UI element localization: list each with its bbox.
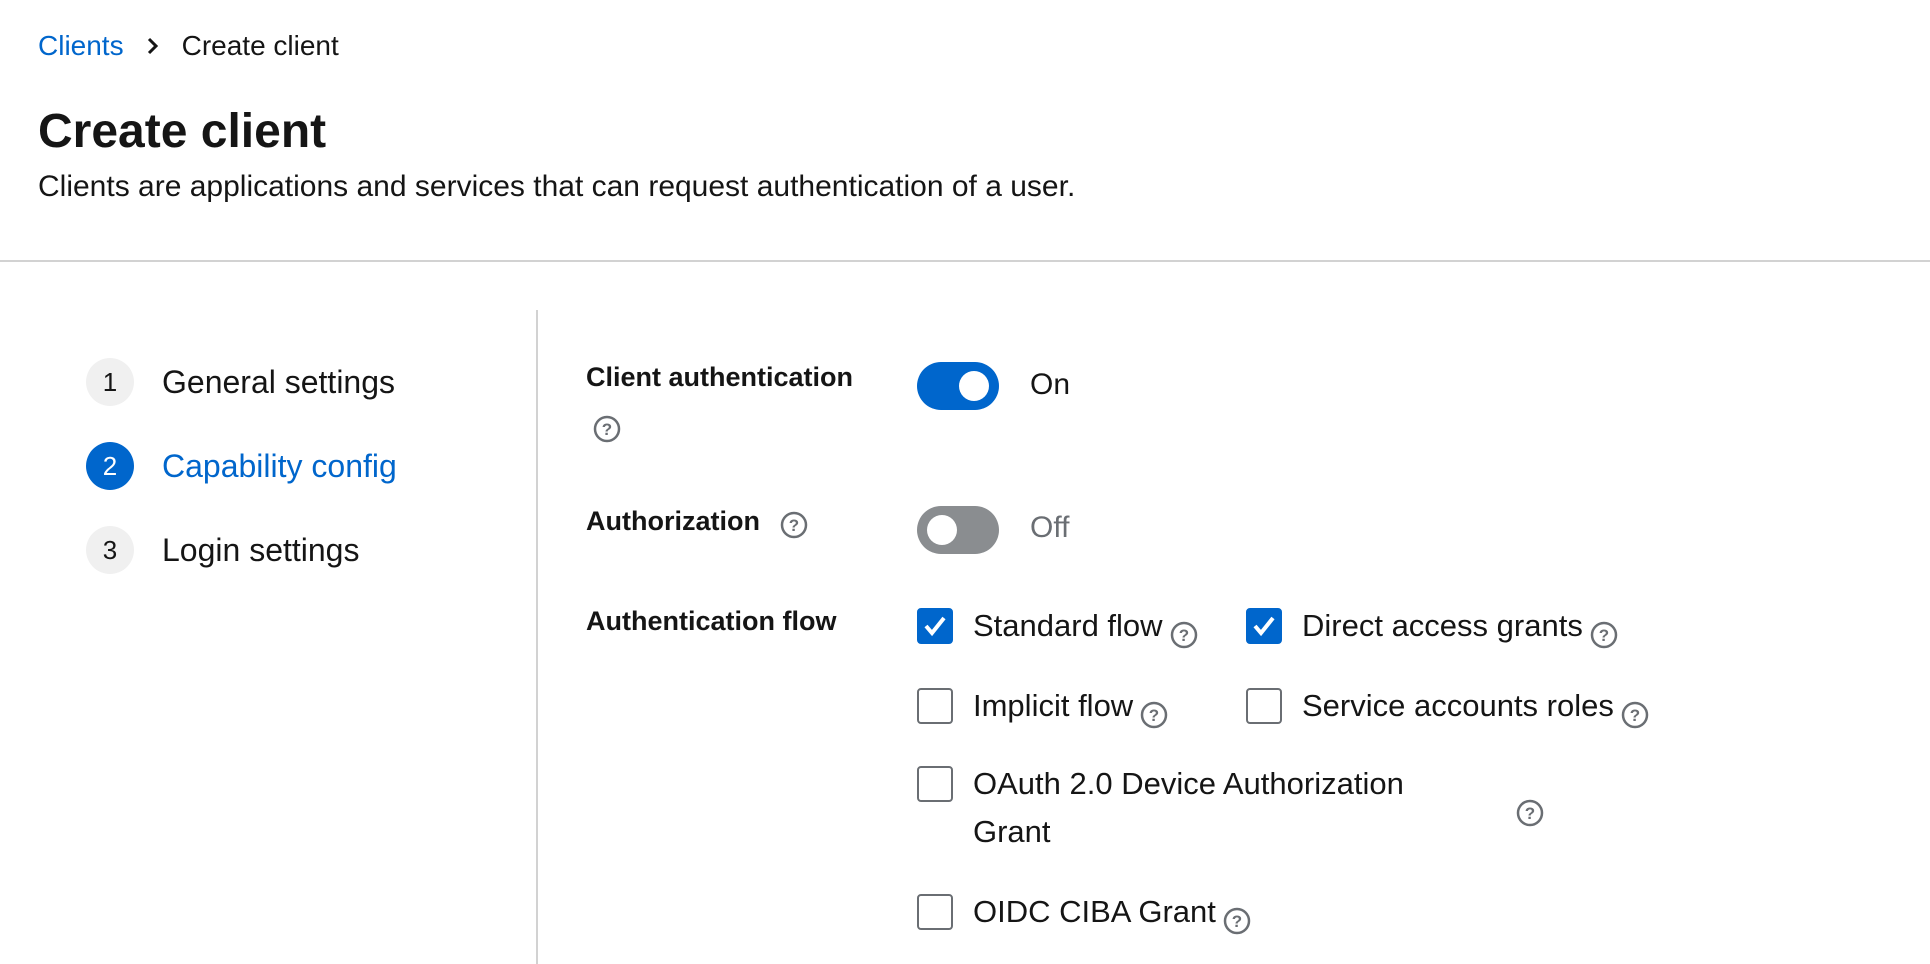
- client-authentication-state: On: [1030, 368, 1071, 401]
- page-header: Clients Create client Create client Clie…: [0, 0, 1930, 262]
- chevron-right-icon: [146, 36, 160, 56]
- implicit-flow-checkbox[interactable]: [917, 688, 953, 724]
- svg-text:?: ?: [1630, 706, 1640, 725]
- help-circle-icon[interactable]: ?: [1620, 700, 1650, 730]
- svg-text:?: ?: [1149, 706, 1159, 725]
- wizard-step-capability-config[interactable]: 2 Capability config: [86, 442, 397, 490]
- implicit-flow-option: Implicit flow ?: [917, 688, 1169, 730]
- authorization-state: Off: [1030, 511, 1070, 544]
- oauth-device-authorization-grant-label: OAuth 2.0 Device Authorization Grant: [973, 760, 1404, 856]
- help-circle-icon[interactable]: ?: [592, 414, 622, 444]
- service-accounts-roles-label: Service accounts roles: [1302, 688, 1614, 723]
- toggle-knob: [927, 515, 957, 545]
- oauth-device-label-line1: OAuth 2.0 Device Authorization: [973, 766, 1404, 801]
- oauth-device-authorization-grant-checkbox[interactable]: [917, 766, 953, 802]
- step-label: Capability config: [162, 447, 397, 484]
- breadcrumb-clients-link[interactable]: Clients: [38, 30, 124, 62]
- svg-text:?: ?: [1525, 804, 1535, 823]
- direct-access-grants-checkbox[interactable]: [1246, 608, 1282, 644]
- implicit-flow-label: Implicit flow: [973, 688, 1134, 723]
- help-circle-icon[interactable]: ?: [1169, 620, 1199, 650]
- step-number: 3: [86, 526, 134, 574]
- check-icon: [1253, 616, 1275, 637]
- step-number: 1: [86, 358, 134, 406]
- oidc-ciba-grant-label: OIDC CIBA Grant: [973, 894, 1216, 929]
- svg-text:?: ?: [1232, 912, 1242, 931]
- breadcrumb: Clients Create client: [38, 30, 339, 62]
- help-circle-icon[interactable]: ?: [1589, 620, 1619, 650]
- oauth-device-label-line2: Grant: [973, 814, 1051, 849]
- authorization-label: Authorization: [586, 506, 760, 536]
- client-authentication-toggle[interactable]: [917, 362, 999, 410]
- help-circle-icon[interactable]: ?: [1139, 700, 1169, 730]
- client-authentication-label: Client authentication: [586, 362, 854, 392]
- oauth-device-authorization-grant-option: OAuth 2.0 Device Authorization Grant: [917, 766, 1404, 856]
- step-label: General settings: [162, 363, 396, 400]
- service-accounts-roles-checkbox[interactable]: [1246, 688, 1282, 724]
- svg-text:?: ?: [1178, 626, 1188, 645]
- svg-text:?: ?: [789, 516, 799, 535]
- help-circle-icon[interactable]: ?: [779, 510, 809, 540]
- oidc-ciba-grant-checkbox[interactable]: [917, 894, 953, 930]
- help-circle-icon[interactable]: ?: [1222, 906, 1252, 936]
- vertical-divider: [536, 310, 538, 964]
- oidc-ciba-grant-option: OIDC CIBA Grant ?: [917, 894, 1252, 936]
- breadcrumb-current: Create client: [181, 30, 339, 61]
- svg-text:?: ?: [1599, 626, 1609, 645]
- standard-flow-option: Standard flow ?: [917, 608, 1199, 650]
- standard-flow-label: Standard flow: [973, 608, 1163, 643]
- direct-access-grants-label: Direct access grants: [1302, 608, 1583, 643]
- wizard-steps: 1 General settings 2 Capability config 3…: [86, 358, 397, 610]
- step-label: Login settings: [162, 531, 360, 568]
- svg-text:?: ?: [602, 420, 612, 439]
- service-accounts-roles-option: Service accounts roles ?: [1246, 688, 1650, 730]
- toggle-knob: [959, 371, 989, 401]
- page-description: Clients are applications and services th…: [38, 170, 1076, 203]
- standard-flow-checkbox[interactable]: [917, 608, 953, 644]
- check-icon: [924, 616, 946, 637]
- page-title: Create client: [38, 105, 327, 158]
- authorization-toggle[interactable]: [917, 506, 999, 554]
- authentication-flow-label: Authentication flow: [586, 606, 837, 636]
- help-circle-icon[interactable]: ?: [1515, 798, 1545, 828]
- step-number: 2: [86, 442, 134, 490]
- wizard-step-login-settings[interactable]: 3 Login settings: [86, 526, 397, 574]
- wizard-step-general-settings[interactable]: 1 General settings: [86, 358, 397, 406]
- direct-access-grants-option: Direct access grants ?: [1246, 608, 1619, 650]
